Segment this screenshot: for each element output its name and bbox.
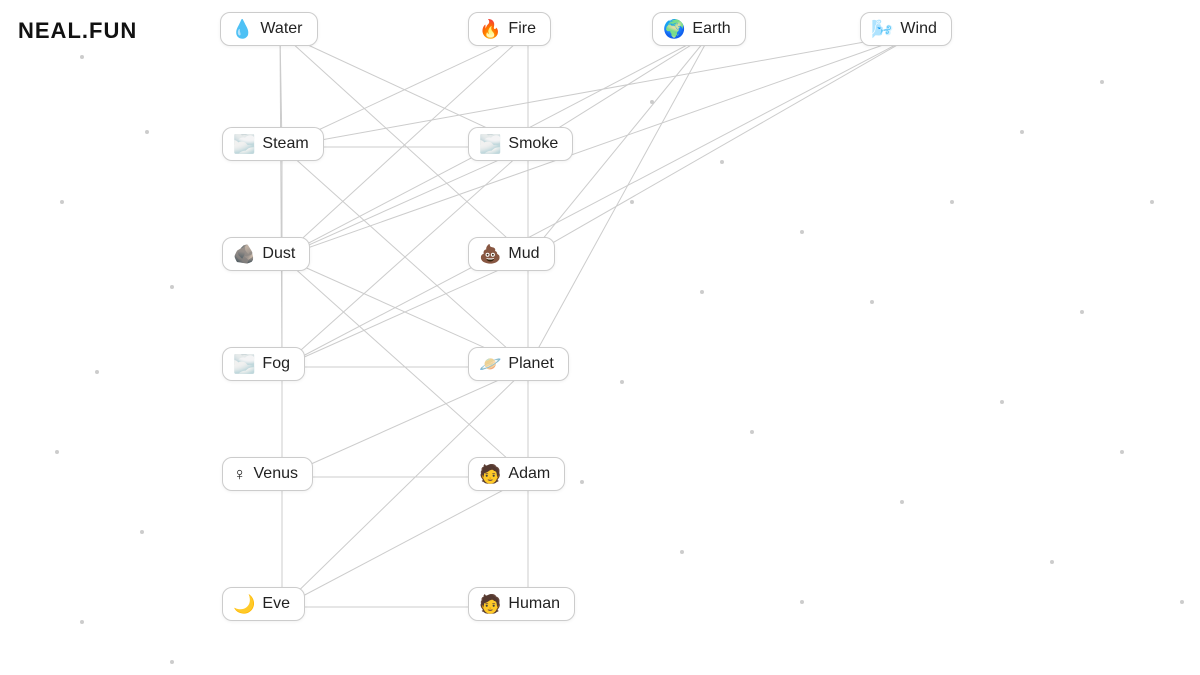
- background-dot: [870, 300, 874, 304]
- wind-label: Wind: [900, 20, 936, 38]
- planet-label: Planet: [508, 355, 553, 373]
- water-label: Water: [260, 20, 302, 38]
- connection-lines: [0, 0, 1200, 675]
- eve-icon: 🌙: [233, 595, 255, 613]
- smoke-icon: 🌫️: [479, 135, 501, 153]
- fog-icon: 🌫️: [233, 355, 255, 373]
- background-dot: [750, 430, 754, 434]
- background-dot: [145, 130, 149, 134]
- background-dot: [1120, 450, 1124, 454]
- element-card-steam[interactable]: 🌫️ Steam: [222, 127, 324, 161]
- eve-label: Eve: [262, 595, 290, 613]
- background-dot: [580, 480, 584, 484]
- background-dot: [95, 370, 99, 374]
- element-card-venus[interactable]: ♀ Venus: [222, 457, 313, 491]
- background-dot: [630, 200, 634, 204]
- element-card-water[interactable]: 💧 Water: [220, 12, 318, 46]
- background-dot: [720, 160, 724, 164]
- background-dot: [1150, 200, 1154, 204]
- element-card-dust[interactable]: 🪨 Dust: [222, 237, 310, 271]
- background-dot: [140, 530, 144, 534]
- background-dot: [170, 285, 174, 289]
- background-dot: [1080, 310, 1084, 314]
- adam-label: Adam: [508, 465, 550, 483]
- steam-icon: 🌫️: [233, 135, 255, 153]
- background-dot: [800, 600, 804, 604]
- earth-label: Earth: [692, 20, 730, 38]
- water-icon: 💧: [231, 20, 253, 38]
- element-card-smoke[interactable]: 🌫️ Smoke: [468, 127, 573, 161]
- background-dot: [80, 55, 84, 59]
- element-card-human[interactable]: 🧑 Human: [468, 587, 575, 621]
- background-dot: [170, 660, 174, 664]
- adam-icon: 🧑: [479, 465, 501, 483]
- mud-icon: 💩: [479, 245, 501, 263]
- wind-icon: 🌬️: [871, 20, 893, 38]
- background-dot: [900, 500, 904, 504]
- fire-label: Fire: [508, 20, 536, 38]
- background-dot: [60, 200, 64, 204]
- fire-icon: 🔥: [479, 20, 501, 38]
- element-card-fire[interactable]: 🔥 Fire: [468, 12, 551, 46]
- human-icon: 🧑: [479, 595, 501, 613]
- element-card-earth[interactable]: 🌍 Earth: [652, 12, 746, 46]
- element-card-wind[interactable]: 🌬️ Wind: [860, 12, 952, 46]
- element-card-eve[interactable]: 🌙 Eve: [222, 587, 305, 621]
- human-label: Human: [508, 595, 560, 613]
- background-dot: [55, 450, 59, 454]
- element-card-mud[interactable]: 💩 Mud: [468, 237, 555, 271]
- element-card-fog[interactable]: 🌫️ Fog: [222, 347, 305, 381]
- element-card-adam[interactable]: 🧑 Adam: [468, 457, 565, 491]
- background-dot: [680, 550, 684, 554]
- element-card-planet[interactable]: 🪐 Planet: [468, 347, 569, 381]
- smoke-label: Smoke: [508, 135, 558, 153]
- venus-icon: ♀: [233, 465, 247, 483]
- background-dot: [620, 380, 624, 384]
- dust-label: Dust: [262, 245, 295, 263]
- planet-icon: 🪐: [479, 355, 501, 373]
- steam-label: Steam: [262, 135, 308, 153]
- background-dot: [1180, 600, 1184, 604]
- background-dot: [700, 290, 704, 294]
- background-dot: [800, 230, 804, 234]
- earth-icon: 🌍: [663, 20, 685, 38]
- background-dot: [1000, 400, 1004, 404]
- background-dot: [1020, 130, 1024, 134]
- background-dot: [80, 620, 84, 624]
- dust-icon: 🪨: [233, 245, 255, 263]
- fog-label: Fog: [262, 355, 290, 373]
- background-dot: [1050, 560, 1054, 564]
- logo: NEAL.FUN: [18, 18, 137, 44]
- background-dot: [1100, 80, 1104, 84]
- mud-label: Mud: [508, 245, 539, 263]
- background-dot: [950, 200, 954, 204]
- background-dot: [650, 100, 654, 104]
- venus-label: Venus: [254, 465, 298, 483]
